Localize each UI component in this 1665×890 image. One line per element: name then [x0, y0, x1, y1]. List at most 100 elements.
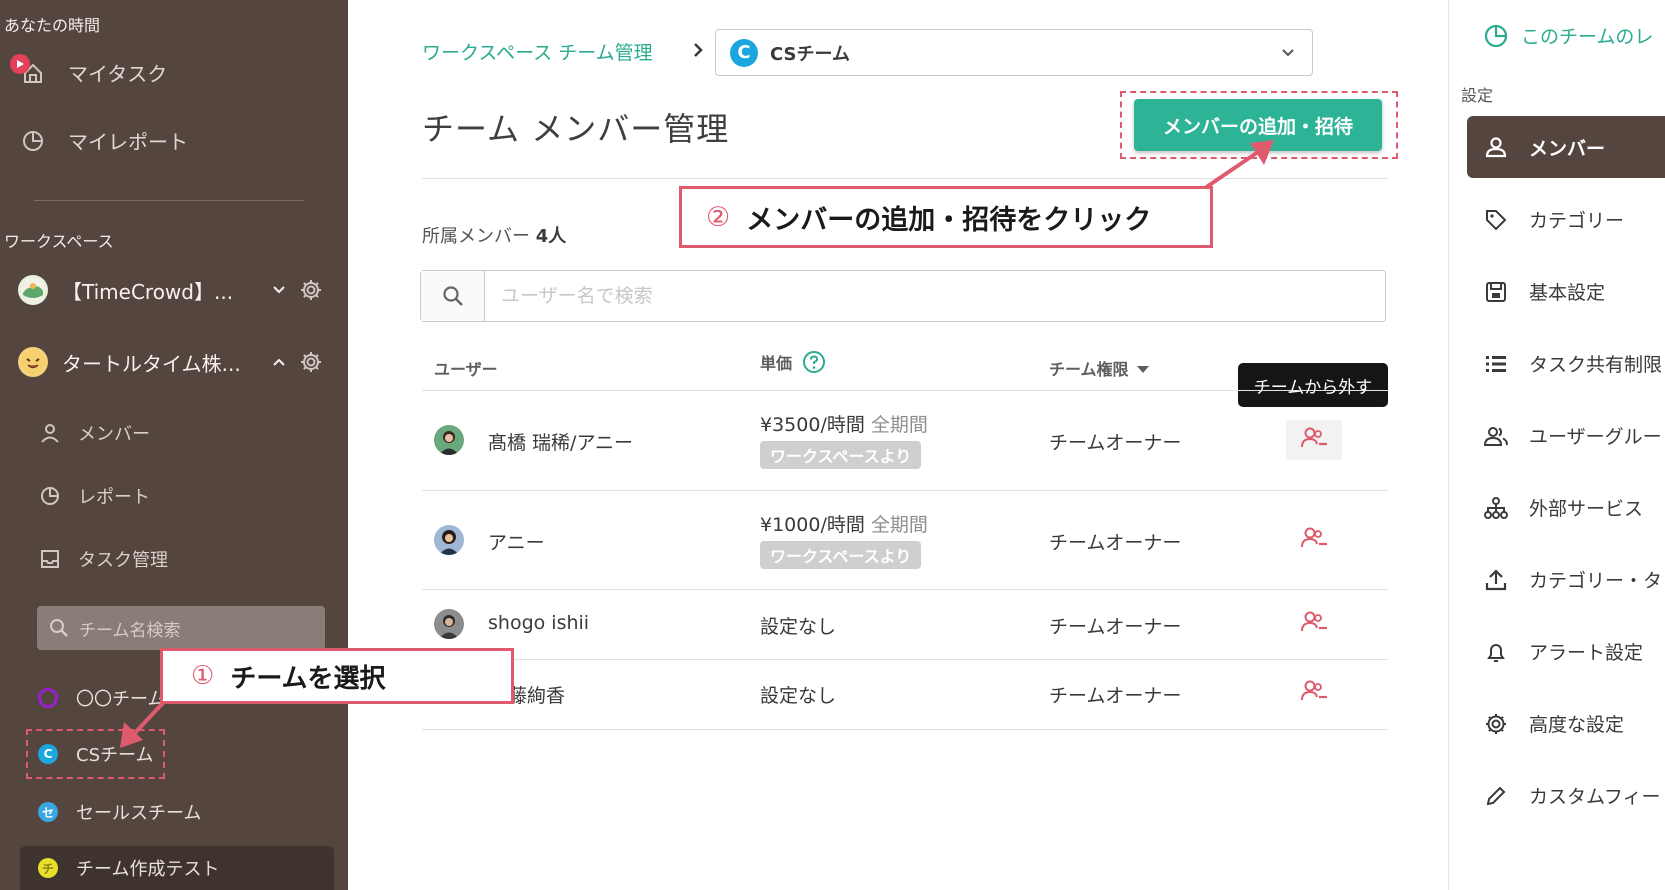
column-header-role[interactable]: チーム権限	[1049, 356, 1149, 380]
team-item-oo[interactable]: 〇〇チーム	[38, 685, 165, 711]
bell-icon	[1483, 639, 1509, 665]
tooltip-remove-from-team: チームから外す	[1238, 363, 1388, 407]
main-content: ワークスペース チーム管理 C CSチーム チーム メンバー管理 メンバーの追加…	[348, 0, 1448, 890]
member-role: チームオーナー	[1049, 432, 1182, 454]
price-value: ¥3500/時間	[760, 414, 865, 436]
member-price: 設定なし	[760, 616, 837, 638]
add-button-highlight: メンバーの追加・招待	[1120, 91, 1398, 159]
settings-item-task-sharing[interactable]: タスク共有制限	[1483, 350, 1662, 377]
settings-item-members[interactable]: メンバー	[1467, 116, 1665, 178]
breadcrumb-workspace-team-management[interactable]: ワークスペース チーム管理	[422, 38, 653, 65]
callout-step-1: ① チームを選択	[160, 648, 514, 704]
page-title: チーム メンバー管理	[422, 110, 730, 148]
user-search	[420, 270, 1386, 322]
price-value: ¥1000/時間	[760, 514, 865, 536]
price-period: 全期間	[870, 414, 928, 436]
tag-icon	[1483, 207, 1509, 233]
chevron-down-icon[interactable]	[266, 277, 292, 303]
user-minus-icon	[1299, 426, 1329, 454]
avatar	[434, 525, 464, 555]
settings-item-category[interactable]: カテゴリー	[1483, 206, 1624, 233]
workspace-logo-icon	[18, 347, 48, 377]
team-name: チーム作成テスト	[76, 859, 220, 880]
settings-item-basic[interactable]: 基本設定	[1483, 278, 1605, 305]
sidebar-item-report[interactable]: レポート	[38, 483, 150, 509]
settings-item-category-import[interactable]: カテゴリー・タ	[1483, 566, 1662, 593]
pie-chart-icon	[20, 128, 46, 154]
team-dot-icon	[38, 688, 58, 708]
settings-item-label: メンバー	[1529, 137, 1606, 160]
member-name: 藤絢香	[508, 685, 566, 707]
settings-item-external-services[interactable]: 外部サービス	[1483, 494, 1643, 521]
workspace-turtletime[interactable]: タートルタイム株...	[18, 342, 324, 382]
gear-icon[interactable]	[298, 277, 324, 303]
team-select-value: CSチーム	[770, 43, 850, 65]
sidebar-item-task-management[interactable]: タスク管理	[38, 546, 168, 572]
column-header-user: ユーザー	[434, 360, 498, 379]
search-icon	[421, 271, 485, 321]
add-invite-member-button[interactable]: メンバーの追加・招待	[1134, 99, 1382, 151]
user-search-input[interactable]	[485, 271, 1385, 321]
sidebar-item-label: マイタスク	[68, 62, 168, 86]
settings-item-alert[interactable]: アラート設定	[1483, 638, 1643, 665]
team-item-cs[interactable]: C CSチーム	[25, 729, 166, 779]
divider	[422, 659, 1388, 660]
settings-item-user-group[interactable]: ユーザーグルー	[1483, 422, 1662, 449]
gear-icon	[1483, 711, 1509, 737]
pie-chart-icon	[1483, 23, 1509, 49]
divider	[422, 729, 1388, 730]
gear-icon[interactable]	[298, 349, 324, 375]
workspace-timecrowd[interactable]: 【TimeCrowd】...	[18, 270, 324, 310]
settings-item-custom-field[interactable]: カスタムフィー	[1483, 782, 1660, 809]
home-icon	[10, 53, 46, 86]
record-play-icon[interactable]	[10, 53, 30, 74]
help-icon[interactable]	[802, 350, 826, 374]
sidebar-item-members[interactable]: メンバー	[38, 420, 150, 446]
team-dot-icon: C	[38, 744, 58, 764]
avatar	[434, 425, 464, 455]
divider	[422, 390, 1388, 391]
sidebar-item-label: レポート	[78, 487, 150, 508]
callout-step-2: ② メンバーの追加・招待をクリック	[679, 186, 1213, 248]
member-name: 髙橋 瑞稀/アニー	[488, 432, 634, 454]
workspace-tag: ワークスペースより	[760, 541, 922, 569]
member-name: アニー	[488, 532, 545, 554]
column-header-price: 単価	[760, 350, 826, 374]
member-count-value: 4人	[535, 226, 567, 247]
team-search-placeholder: チーム名検索	[79, 620, 181, 641]
user-icon	[1483, 134, 1509, 160]
member-price: 設定なし	[760, 685, 837, 707]
column-header-label: チーム権限	[1049, 360, 1129, 379]
sidebar: あなたの時間 マイタスク マイレポート ワークスペース 【TimeCrowd】.…	[0, 0, 348, 890]
search-icon	[47, 616, 71, 640]
remove-from-team-button[interactable]	[1286, 520, 1342, 560]
team-search-input[interactable]: チーム名検索	[37, 606, 325, 650]
chevron-right-icon	[688, 38, 708, 62]
sidebar-item-label: メンバー	[78, 424, 150, 445]
sidebar-item-my-task[interactable]: マイタスク	[10, 53, 168, 87]
users-icon	[1483, 423, 1509, 449]
pie-chart-icon	[38, 484, 62, 508]
team-report-link[interactable]: このチームのレ	[1483, 22, 1653, 49]
member-role: チームオーナー	[1049, 616, 1182, 638]
settings-item-label: タスク共有制限	[1529, 354, 1663, 376]
settings-panel: このチームのレ 設定 メンバー カテゴリー 基本設定 タスク共有制限 ユーザーグ…	[1448, 0, 1665, 890]
remove-from-team-button[interactable]	[1286, 604, 1342, 644]
inbox-icon	[38, 547, 62, 571]
divider	[422, 490, 1388, 491]
divider	[422, 589, 1388, 590]
divider	[422, 178, 1388, 179]
sidebar-item-my-report[interactable]: マイレポート	[20, 126, 188, 155]
sidebar-item-label: マイレポート	[68, 130, 188, 154]
remove-from-team-button[interactable]	[1286, 420, 1342, 460]
price-period: 全期間	[870, 514, 928, 536]
settings-item-advanced[interactable]: 高度な設定	[1483, 710, 1624, 737]
remove-from-team-button[interactable]	[1286, 673, 1342, 713]
team-item-sales[interactable]: セ セールスチーム	[38, 799, 201, 825]
team-item-creation-test[interactable]: チ チーム作成テスト	[20, 846, 334, 890]
chevron-up-icon[interactable]	[266, 349, 292, 375]
settings-item-label: ユーザーグルー	[1529, 426, 1662, 448]
team-select-dropdown[interactable]: C CSチーム	[715, 29, 1313, 76]
settings-item-label: カテゴリー・タ	[1529, 570, 1663, 592]
settings-item-label: 基本設定	[1529, 282, 1606, 304]
